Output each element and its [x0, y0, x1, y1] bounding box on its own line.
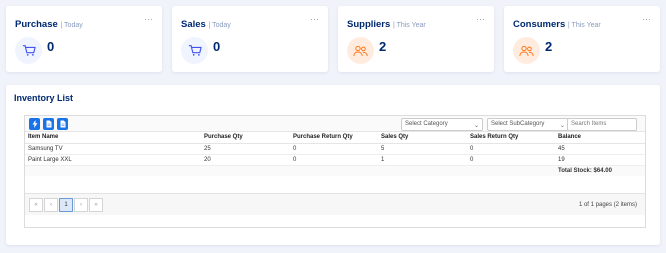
file-icon [60, 120, 65, 128]
sales-card: Sales | Today ··· 0 [172, 6, 328, 72]
lightning-button[interactable] [29, 118, 40, 130]
cell-purchase-qty: 20 [201, 154, 290, 166]
last-page-button[interactable]: » [89, 198, 103, 212]
subcategory-select-text: Select SubCategory [491, 121, 545, 127]
cell-sales-qty: 5 [378, 143, 467, 155]
chevron-down-icon: ⌄ [473, 123, 479, 129]
page-1-button[interactable]: 1 [59, 198, 73, 212]
first-page-button[interactable]: « [29, 198, 43, 212]
cell-sales-return-qty: 0 [467, 154, 555, 166]
suppliers-card: Suppliers | This Year ··· 2 [338, 6, 494, 72]
cell-purchase-return-qty: 0 [290, 154, 378, 166]
suppliers-title: Suppliers | This Year [347, 19, 426, 30]
document-icon [46, 120, 51, 128]
subcategory-select[interactable]: Select SubCategory ⌄ [487, 118, 569, 131]
cell-balance: 19 [555, 154, 645, 166]
cell-purchase-qty: 25 [201, 143, 290, 155]
category-select[interactable]: Select Category ⌄ [401, 118, 483, 131]
more-options-icon[interactable]: ··· [310, 15, 319, 24]
table-header-row: Item Name Purchase Qty Purchase Return Q… [25, 132, 645, 144]
inventory-card: Inventory List Select Category ⌄ Select … [6, 85, 660, 245]
cell-item-name: Paint Large XXL [25, 154, 201, 166]
purchase-value: 0 [47, 39, 55, 54]
search-input[interactable]: Search Items [567, 118, 637, 131]
cell-purchase-return-qty: 0 [290, 143, 378, 155]
more-options-icon[interactable]: ··· [144, 15, 153, 24]
col-sales-return-qty[interactable]: Sales Return Qty [467, 132, 555, 144]
col-purchase-return-qty[interactable]: Purchase Return Qty [290, 132, 378, 144]
people-icon [347, 37, 374, 64]
inventory-table: Item Name Purchase Qty Purchase Return Q… [25, 132, 645, 176]
purchase-title: Purchase | Today [15, 19, 83, 30]
total-stock: Total Stock: $64.00 [555, 165, 645, 176]
col-balance[interactable]: Balance [555, 132, 645, 144]
col-sales-qty[interactable]: Sales Qty [378, 132, 467, 144]
pager-info: 1 of 1 pages (2 items) [578, 202, 637, 208]
consumers-card: Consumers | This Year ··· 2 [504, 6, 660, 72]
grid-toolbar: Select Category ⌄ Select SubCategory ⌄ S… [25, 116, 645, 132]
cell-sales-qty: 1 [378, 154, 467, 166]
prev-page-button[interactable]: ‹ [44, 198, 58, 212]
sales-title: Sales | Today [181, 19, 231, 30]
suppliers-value: 2 [379, 39, 387, 54]
purchase-card: Purchase | Today ··· 0 [6, 6, 162, 72]
cell-item-name: Samsung TV [25, 143, 201, 155]
consumers-value: 2 [545, 39, 553, 54]
export-document-button[interactable] [43, 118, 54, 130]
export-file-button[interactable] [57, 118, 68, 130]
total-row: Total Stock: $64.00 [25, 165, 645, 176]
lightning-icon [32, 120, 37, 128]
table-row[interactable]: Samsung TV 25 0 5 0 45 [25, 143, 645, 155]
people-icon [513, 37, 540, 64]
pager: « ‹ 1 › » 1 of 1 pages (2 items) [25, 193, 645, 215]
more-options-icon[interactable]: ··· [642, 15, 651, 24]
cart-icon [181, 37, 208, 64]
more-options-icon[interactable]: ··· [476, 15, 485, 24]
sales-value: 0 [213, 39, 221, 54]
category-select-text: Select Category [405, 121, 448, 127]
col-item-name[interactable]: Item Name [25, 132, 201, 144]
inventory-title: Inventory List [14, 93, 74, 103]
cell-balance: 45 [555, 143, 645, 155]
consumers-title: Consumers | This Year [513, 19, 601, 30]
inventory-grid: Select Category ⌄ Select SubCategory ⌄ S… [24, 115, 646, 228]
col-purchase-qty[interactable]: Purchase Qty [201, 132, 290, 144]
cell-sales-return-qty: 0 [467, 143, 555, 155]
cart-icon [15, 37, 42, 64]
chevron-down-icon: ⌄ [559, 123, 565, 129]
next-page-button[interactable]: › [74, 198, 88, 212]
table-row[interactable]: Paint Large XXL 20 0 1 0 19 [25, 154, 645, 166]
